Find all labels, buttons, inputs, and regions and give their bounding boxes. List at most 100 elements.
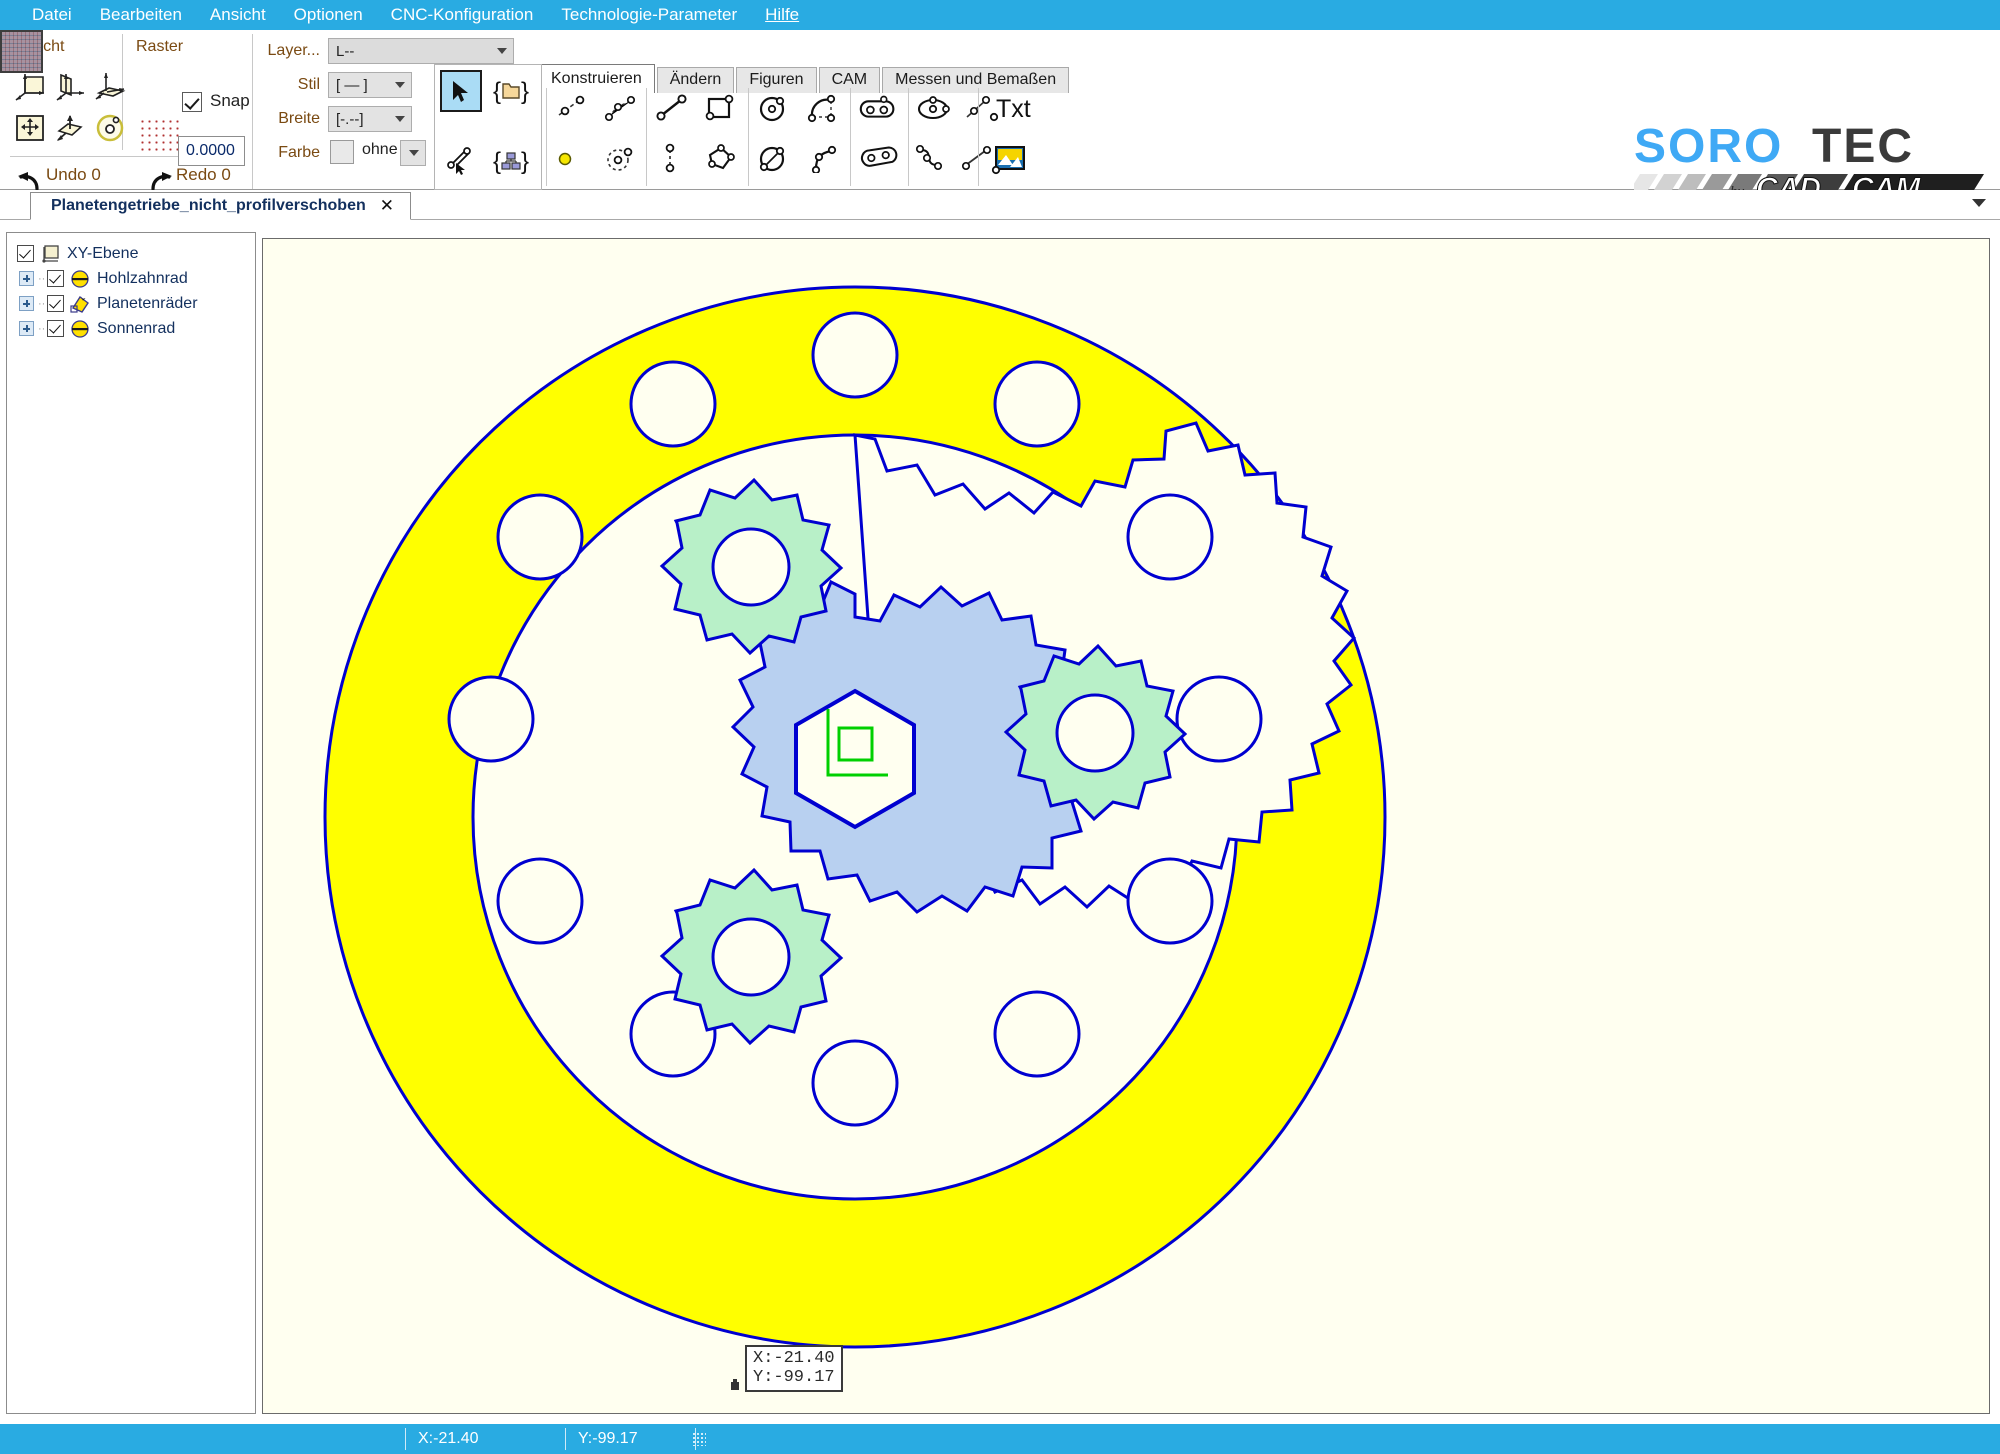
breite-value: [-.--] <box>336 110 364 128</box>
point-on-line-tool[interactable] <box>548 88 594 128</box>
text-tool[interactable]: Txt <box>986 88 1038 128</box>
pan-view-icon[interactable] <box>50 108 90 148</box>
farbe-value: ohne <box>362 141 398 158</box>
expand-icon[interactable] <box>19 271 34 286</box>
yellow-disc-icon <box>69 269 91 289</box>
layer-combo[interactable]: L-- <box>328 38 514 64</box>
svg-text:Txt: Txt <box>996 95 1031 123</box>
layer-label[interactable]: Layer... <box>258 42 320 60</box>
tree-item-label: Planetenräder <box>97 294 198 312</box>
tree-checkbox[interactable] <box>17 245 34 262</box>
expand-icon[interactable] <box>19 321 34 336</box>
arc-tool[interactable] <box>800 88 846 128</box>
snap-value-input[interactable]: 0.0000 <box>178 136 245 166</box>
sorotec-logo: SORO TEC by by CAD as CAM <box>1630 120 1984 206</box>
chevron-down-icon[interactable] <box>1972 199 1986 207</box>
stil-value: [ — ] <box>336 76 368 94</box>
raster-grid-toggle[interactable] <box>0 30 43 73</box>
snap-checkbox[interactable] <box>182 92 202 112</box>
farbe-combo[interactable] <box>400 140 426 166</box>
zoom-fit-icon[interactable] <box>10 108 50 148</box>
status-y-coordinate: Y:-99.17 <box>565 1428 695 1450</box>
menu-item-technologie-parameter[interactable]: Technologie-Parameter <box>547 0 751 30</box>
svg-text:}: } <box>521 148 529 175</box>
arc-three-point-tool[interactable] <box>800 138 846 178</box>
divider-tools-5 <box>908 88 909 186</box>
resize-grip-icon[interactable] <box>692 1432 706 1446</box>
ellipse-tool[interactable] <box>912 88 958 128</box>
farbe-color-swatch[interactable] <box>330 140 354 164</box>
line-tool[interactable] <box>650 88 696 128</box>
menu-item-cnc-konfiguration[interactable]: CNC-Konfiguration <box>377 0 548 30</box>
point-tool[interactable] <box>548 138 594 178</box>
tree-item-hohlzahnrad[interactable]: ·· Hohlzahnrad <box>7 266 255 291</box>
divider-tools-6 <box>978 88 979 186</box>
raster-group-label: Raster <box>136 38 184 55</box>
insert-image-tool[interactable] <box>986 138 1038 178</box>
point-between-tool[interactable] <box>598 88 644 128</box>
menu-item-optionen[interactable]: Optionen <box>280 0 377 30</box>
tree-item-label: Hohlzahnrad <box>97 269 188 287</box>
tooltip-y-value: Y:-99.17 <box>753 1368 835 1387</box>
layer-value: L-- <box>336 42 355 60</box>
snap-label: Snap <box>210 91 250 110</box>
coordinate-tooltip: X:-21.40 Y:-99.17 <box>745 1345 843 1392</box>
polygon-tool[interactable] <box>698 138 744 178</box>
tree-checkbox[interactable] <box>47 270 64 287</box>
tree-item-label: XY-Ebene <box>67 244 139 262</box>
tree-checkbox[interactable] <box>47 295 64 312</box>
yellow-polygon-icon <box>69 294 91 314</box>
raster-dots-icon[interactable] <box>139 118 181 154</box>
group-objects-tool[interactable]: { } <box>488 140 534 182</box>
select-arrow-tool[interactable] <box>440 70 482 112</box>
tree-item-label: Sonnenrad <box>97 319 176 337</box>
tree-connector: ·· <box>38 322 46 335</box>
document-tab[interactable]: Planetengetriebe_nicht_profilverschoben … <box>30 192 411 220</box>
tree-item-sonnenrad[interactable]: ·· Sonnenrad <box>7 316 255 341</box>
rotate-view-icon[interactable] <box>90 108 130 148</box>
ribbon-toolbar: Ansicht Raster <box>0 30 2000 213</box>
circle-two-point-tool[interactable] <box>752 138 798 178</box>
redo-label[interactable]: Redo 0 <box>176 165 231 185</box>
chevron-down-icon <box>395 116 405 122</box>
expand-icon[interactable] <box>19 296 34 311</box>
rectangle-tool[interactable] <box>698 88 744 128</box>
document-tab-title: Planetengetriebe_nicht_profilverschoben <box>51 197 366 214</box>
divider-tools-1 <box>546 88 547 186</box>
close-icon[interactable]: ✕ <box>380 196 394 216</box>
yellow-disc-icon <box>69 319 91 339</box>
tree-connector: ·· <box>38 272 46 285</box>
menu-item-bearbeiten[interactable]: Bearbeiten <box>86 0 196 30</box>
circle-center-point-tool[interactable] <box>598 138 644 178</box>
menu-bar: Datei Bearbeiten Ansicht Optionen CNC-Ko… <box>0 0 2000 30</box>
gear-drawing <box>323 285 1387 1349</box>
tree-item-xy-ebene[interactable]: XY-Ebene <box>7 241 255 266</box>
vertical-line-tool[interactable] <box>650 138 696 178</box>
menu-item-ansicht[interactable]: Ansicht <box>196 0 280 30</box>
svg-text:{: { <box>493 148 501 175</box>
drawing-canvas[interactable]: X:-21.40 Y:-99.17 <box>262 238 1990 1414</box>
view-side-icon[interactable] <box>50 66 90 106</box>
application-window: Datei Bearbeiten Ansicht Optionen CNC-Ko… <box>0 0 2000 1454</box>
chevron-down-icon <box>395 82 405 88</box>
slot-horizontal-tool[interactable] <box>856 88 902 128</box>
tree-checkbox[interactable] <box>47 320 64 337</box>
spline-tool[interactable] <box>912 138 958 178</box>
plane-icon <box>39 244 61 264</box>
undo-label[interactable]: Undo 0 <box>46 165 101 185</box>
menu-item-hilfe[interactable]: Hilfe <box>751 0 813 30</box>
group-folder-tool[interactable]: { } <box>488 70 534 112</box>
slot-angled-tool[interactable] <box>856 138 902 178</box>
circle-tool[interactable] <box>752 88 798 128</box>
tree-item-planetenraeder[interactable]: ·· Planetenräder <box>7 291 255 316</box>
stil-combo[interactable]: [ — ] <box>328 72 412 98</box>
view-top-icon[interactable] <box>90 66 130 106</box>
status-x-coordinate: X:-21.40 <box>405 1428 565 1450</box>
select-node-tool[interactable] <box>440 140 482 182</box>
breite-combo[interactable]: [-.--] <box>328 106 412 132</box>
document-tab-bar: Planetengetriebe_nicht_profilverschoben … <box>0 190 2000 220</box>
divider-tools-4 <box>850 88 851 186</box>
crosshair-cursor-icon <box>728 1378 739 1390</box>
menu-item-datei[interactable]: Datei <box>18 0 86 30</box>
stil-label: Stil <box>297 76 320 93</box>
